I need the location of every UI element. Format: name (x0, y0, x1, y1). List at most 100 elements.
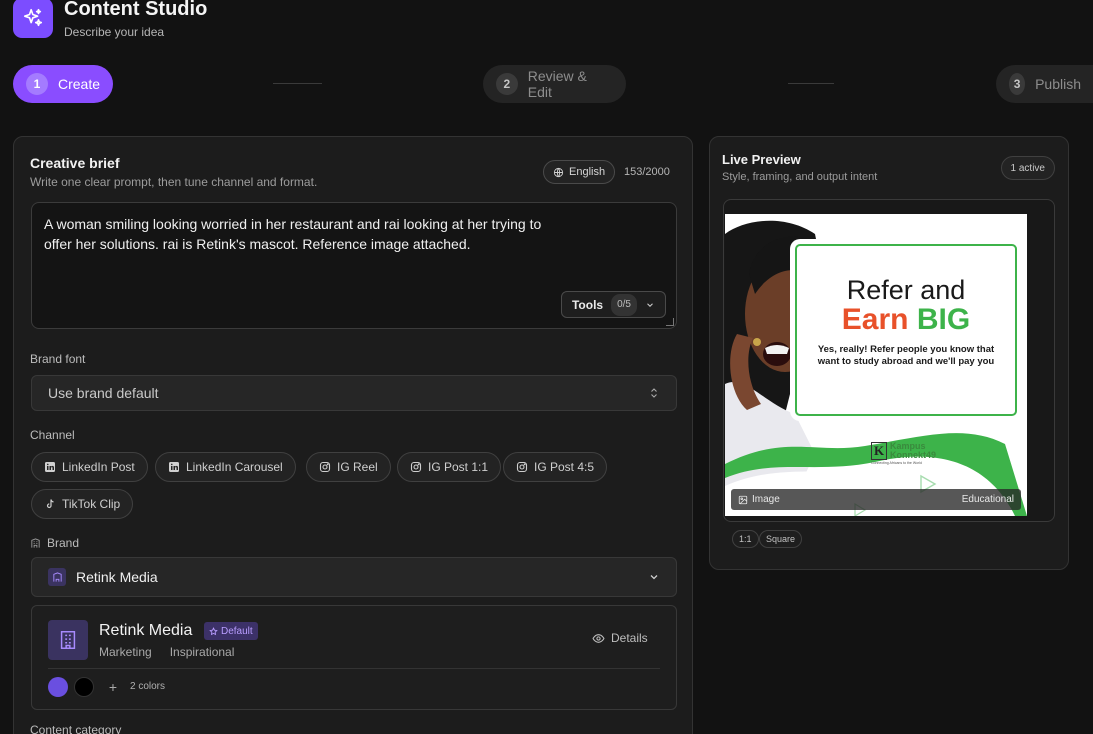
details-button[interactable]: Details (592, 631, 648, 645)
eye-icon (592, 633, 605, 643)
category-label: Educational (961, 494, 1014, 505)
globe-icon (553, 167, 564, 177)
preview-image[interactable]: Refer and Earn BIG Yes, really! Refer pe… (725, 214, 1027, 516)
instagram-icon (516, 461, 528, 473)
chip-label: LinkedIn Carousel (186, 460, 283, 474)
brand-card: Retink Media Default Marketing Inspirati… (31, 605, 677, 710)
brand-font-label: Brand font (30, 352, 86, 366)
channel-ig-reel[interactable]: IG Reel (306, 452, 391, 482)
step-connector (273, 83, 322, 84)
step-label: Create (58, 76, 101, 92)
preview-title: Live Preview (722, 152, 801, 167)
ratio-chip: 1:1 (732, 530, 759, 548)
color-swatch[interactable] (48, 677, 68, 697)
brand-label-text: Brand (47, 536, 80, 550)
image-info-bar: Image Educational (731, 489, 1021, 510)
chip-label: TikTok Clip (62, 497, 121, 511)
step-connector (788, 83, 834, 84)
step-label: Review & Edit (527, 68, 587, 100)
ad-logo-tagline: Connecting Africans to the World (871, 461, 922, 465)
image-type-label: Image (752, 494, 780, 505)
chevron-down-icon (647, 302, 653, 307)
building-icon (48, 568, 66, 586)
ad-logo-mark: K (871, 442, 887, 460)
ad-logo: K Kampus Konnekt49 (871, 442, 936, 460)
app-subtitle: Describe your idea (64, 25, 165, 39)
step-review-edit[interactable]: 2 Review & Edit (483, 65, 626, 103)
default-badge: Default (204, 622, 258, 640)
shape-chip: Square (759, 530, 803, 548)
brand-font-select[interactable]: Use brand default (31, 375, 677, 411)
channel-ig-post-4-5[interactable]: IG Post 4:5 (503, 452, 608, 482)
preview-subtitle: Style, framing, and output intent (722, 171, 878, 183)
plus-icon: + (108, 679, 118, 695)
chip-label: IG Reel (337, 460, 378, 474)
brand-tag: Marketing (99, 645, 152, 659)
brand-tags: Marketing Inspirational (99, 645, 234, 659)
channel-linkedin-carousel[interactable]: LinkedIn Carousel (155, 452, 296, 482)
colors-count: 2 colors (130, 681, 166, 692)
brief-title: Creative brief (30, 155, 120, 171)
tiktok-icon (44, 498, 56, 510)
step-publish[interactable]: 3 Publish (996, 65, 1093, 103)
step-number: 3 (1009, 73, 1026, 95)
step-number: 2 (496, 73, 518, 95)
default-badge-label: Default (221, 625, 253, 637)
ad-logo-text: Kampus Konnekt49 (890, 442, 936, 460)
step-label: Publish (1035, 76, 1081, 92)
tools-button[interactable]: Tools 0/5 (560, 291, 666, 318)
brand-logo (48, 620, 88, 660)
star-icon (209, 626, 218, 635)
chip-label: IG Post 4:5 (534, 460, 595, 474)
resize-handle[interactable] (666, 318, 674, 326)
content-category-label: Content category (30, 723, 122, 734)
channel-ig-post-1-1[interactable]: IG Post 1:1 (397, 452, 502, 482)
brand-font-value: Use brand default (48, 385, 159, 401)
active-badge: 1 active (1000, 156, 1055, 180)
building-icon (60, 631, 76, 649)
chevron-down-icon (650, 575, 658, 580)
char-count: 153/2000 (624, 166, 670, 178)
chip-label: IG Post 1:1 (428, 460, 489, 474)
image-icon (738, 495, 748, 504)
brand-label: Brand (30, 536, 79, 550)
color-swatch[interactable] (74, 677, 94, 697)
app-logo (13, 0, 53, 38)
step-number: 1 (26, 73, 48, 95)
tools-count: 0/5 (611, 293, 637, 316)
ad-big: BIG (916, 303, 971, 336)
chevron-updown-icon (651, 388, 657, 398)
instagram-icon (410, 461, 422, 473)
ad-logo-line: Konnekt49 (890, 450, 937, 460)
prompt-textarea[interactable]: A woman smiling looking worried in her r… (31, 202, 677, 329)
create-panel: Creative brief Write one clear prompt, t… (13, 136, 693, 734)
ad-earn: Earn (841, 303, 909, 336)
language-selector[interactable]: English (543, 160, 616, 184)
ad-headline-highlight: Earn BIG (797, 304, 1015, 336)
sparkles-icon (23, 8, 43, 27)
channel-tiktok-clip[interactable]: TikTok Clip (31, 489, 134, 519)
channel-label: Channel (30, 428, 75, 442)
chip-label: LinkedIn Post (62, 460, 135, 474)
ad-headline: Refer and (846, 275, 966, 305)
linkedin-icon (44, 461, 56, 473)
brand-tag: Inspirational (169, 645, 235, 659)
add-color-button[interactable]: + (103, 677, 123, 697)
linkedin-icon (168, 461, 180, 473)
details-label: Details (611, 631, 648, 645)
channel-linkedin-post[interactable]: LinkedIn Post (31, 452, 148, 482)
divider (48, 668, 660, 669)
tools-label: Tools (571, 297, 604, 312)
brand-name: Retink Media (99, 622, 193, 639)
brief-subtitle: Write one clear prompt, then tune channe… (30, 175, 318, 189)
prompt-text: A woman smiling looking worried in her r… (44, 216, 542, 252)
brand-select[interactable]: Retink Media (31, 557, 677, 597)
image-type: Image (738, 494, 780, 505)
instagram-icon (319, 461, 331, 473)
brand-select-value: Retink Media (76, 569, 158, 585)
ad-card: Refer and Earn BIG Yes, really! Refer pe… (795, 244, 1017, 416)
language-label: English (569, 166, 606, 178)
app-title: Content Studio (64, 0, 208, 20)
step-create[interactable]: 1 Create (13, 65, 113, 103)
live-preview-panel: Live Preview Style, framing, and output … (709, 136, 1069, 570)
